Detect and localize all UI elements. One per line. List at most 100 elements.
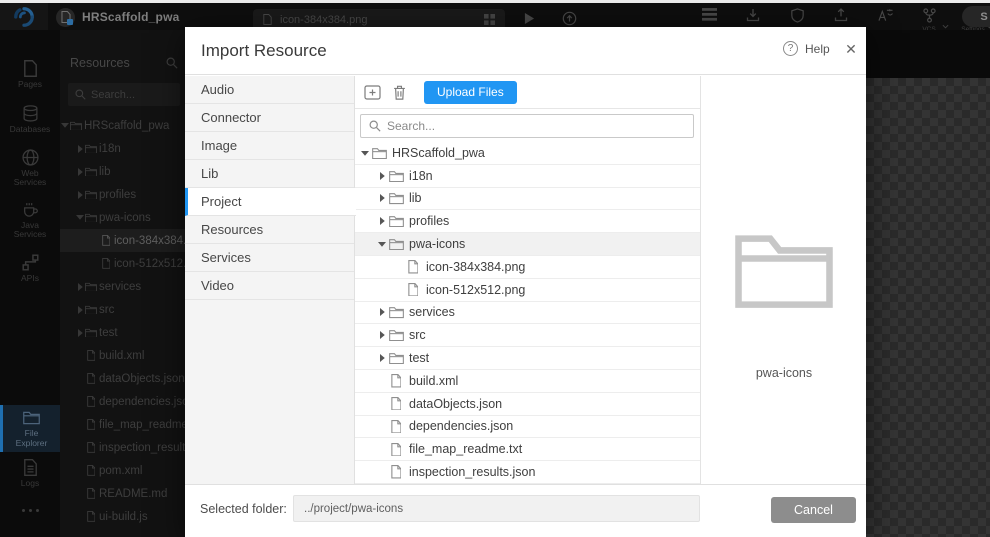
tree-folder-hrscaffold_pwa[interactable]: HRScaffold_pwa [355,142,700,165]
tree-folder-i18n[interactable]: i18n [60,137,185,160]
translate-icon[interactable] [874,8,896,22]
folder-icon [388,306,404,319]
export-icon[interactable] [830,8,852,22]
tree-file-dependencies.json[interactable]: dependencies.json [355,416,700,439]
sidebar-item-logs[interactable]: Logs [0,452,60,496]
help-button[interactable]: ? Help [783,41,830,56]
run-play-button[interactable] [524,12,535,25]
tree-item-label: pom.xml [99,464,143,477]
sidebar-item-web-services[interactable]: Web Services [0,142,60,194]
tree-folder-pwa-icons[interactable]: pwa-icons [355,233,700,256]
tree-file-icon-384x384.png[interactable]: icon-384x384.png [355,256,700,279]
sidebar-item-more[interactable] [0,496,60,524]
import-icon[interactable] [742,8,764,22]
selection-preview-panel: pwa-icons [700,76,866,484]
tree-file-icon-512x512.png[interactable]: icon-512x512.png [355,279,700,302]
sidebar-item-apis[interactable]: APIs [0,246,60,291]
tree-item-label: services [99,280,142,293]
close-icon[interactable]: ✕ [842,40,860,58]
category-item-services[interactable]: Services [185,244,354,272]
sidebar-item-pages[interactable]: Pages [0,52,60,97]
publish-icon[interactable] [562,11,577,26]
tree-folder-pwa-icons[interactable]: pwa-icons [60,206,185,229]
upload-files-button[interactable]: Upload Files [424,80,517,104]
globe-icon [21,148,39,166]
caret-right-icon[interactable] [376,217,388,226]
caret-right-icon[interactable] [376,171,388,180]
tree-folder-src[interactable]: src [60,298,185,321]
tree-file-build.xml[interactable]: build.xml [355,370,700,393]
tree-file-build.xml[interactable]: build.xml [60,344,185,367]
tree-folder-profiles[interactable]: profiles [60,183,185,206]
caret-right-icon[interactable] [75,282,85,291]
category-item-video[interactable]: Video [185,272,354,300]
caret-right-icon[interactable] [75,167,85,176]
caret-right-icon[interactable] [376,354,388,363]
tree-file-icon-384x384.png[interactable]: icon-384x384.png [60,229,185,252]
tree-file-file_map_readme.txt[interactable]: file_map_readme.txt [60,413,185,436]
tree-file-readme.md[interactable]: README.md [60,482,185,505]
tree-folder-src[interactable]: src [355,324,700,348]
file-icon [85,511,97,522]
tree-folder-lib[interactable]: lib [60,160,185,183]
tree-folder-test[interactable]: test [355,347,700,370]
shield-icon[interactable] [786,8,808,23]
new-folder-button[interactable] [364,84,381,100]
resources-search-input[interactable] [91,88,161,101]
caret-right-icon[interactable] [75,305,85,314]
category-item-lib[interactable]: Lib [185,160,354,188]
sidebar-item-file-explorer[interactable]: File Explorer [0,405,60,452]
caret-down-icon[interactable] [75,214,85,221]
tree-item-label: README.md [99,487,168,500]
file-icon [85,465,97,476]
dialog-search-input[interactable] [387,119,647,133]
app-logo[interactable] [0,3,48,30]
category-item-resources[interactable]: Resources [185,216,354,244]
caret-right-icon[interactable] [75,328,85,337]
sidebar-item-java-services[interactable]: Java Services [0,194,60,246]
tree-file-dataobjects.json[interactable]: dataObjects.json [60,367,185,390]
tree-item-label: i18n [99,142,121,155]
caret-down-icon[interactable] [359,150,371,156]
caret-right-icon[interactable] [75,144,85,153]
tree-file-dependencies.json[interactable]: dependencies.json [60,390,185,413]
tree-file-pom.xml[interactable]: pom.xml [60,459,185,482]
search-icon[interactable] [166,57,178,69]
tree-item-label: dataObjects.json [99,372,185,385]
tree-folder-lib[interactable]: lib [355,188,700,211]
tree-file-file_map_readme.txt[interactable]: file_map_readme.txt [355,438,700,462]
category-item-image[interactable]: Image [185,132,354,160]
caret-right-icon[interactable] [376,331,388,340]
user-avatar[interactable]: S [962,6,990,27]
resources-search[interactable] [68,83,180,106]
caret-down-icon[interactable] [60,122,70,129]
tree-file-inspection_results.json[interactable]: inspection_results.json [355,461,700,484]
file-icon [100,258,112,269]
tree-folder-services[interactable]: services [60,275,185,298]
tree-folder-services[interactable]: services [355,302,700,325]
tree-file-inspection_results.json[interactable]: inspection_results.json [60,436,185,459]
tree-folder-profiles[interactable]: profiles [355,210,700,234]
category-item-project[interactable]: Project [185,188,356,216]
category-item-audio[interactable]: Audio [185,76,354,104]
tree-file-ui-build.js[interactable]: ui-build.js [60,505,185,528]
category-item-connector[interactable]: Connector [185,104,354,132]
tree-file-dataobjects.json[interactable]: dataObjects.json [355,393,700,416]
caret-down-icon[interactable] [376,241,388,247]
tree-folder-hrscaffold_pwa[interactable]: HRScaffold_pwa [60,114,185,137]
tree-folder-test[interactable]: test [60,321,185,344]
delete-button[interactable] [393,85,406,100]
sidebar-item-databases[interactable]: Databases [0,97,60,142]
tree-item-label: ui-build.js [99,510,148,523]
environments-icon[interactable] [698,8,720,22]
selected-folder-input[interactable] [293,495,700,522]
tree-folder-i18n[interactable]: i18n [355,165,700,188]
tree-file-icon-512x512.png[interactable]: icon-512x512.png [60,252,185,275]
project-switcher[interactable]: HRScaffold_pwa [56,6,179,28]
caret-right-icon[interactable] [376,194,388,203]
cancel-button[interactable]: Cancel [771,497,856,523]
dialog-search[interactable] [360,114,694,138]
caret-right-icon[interactable] [376,308,388,317]
caret-right-icon[interactable] [75,190,85,199]
folder-icon [85,144,97,154]
